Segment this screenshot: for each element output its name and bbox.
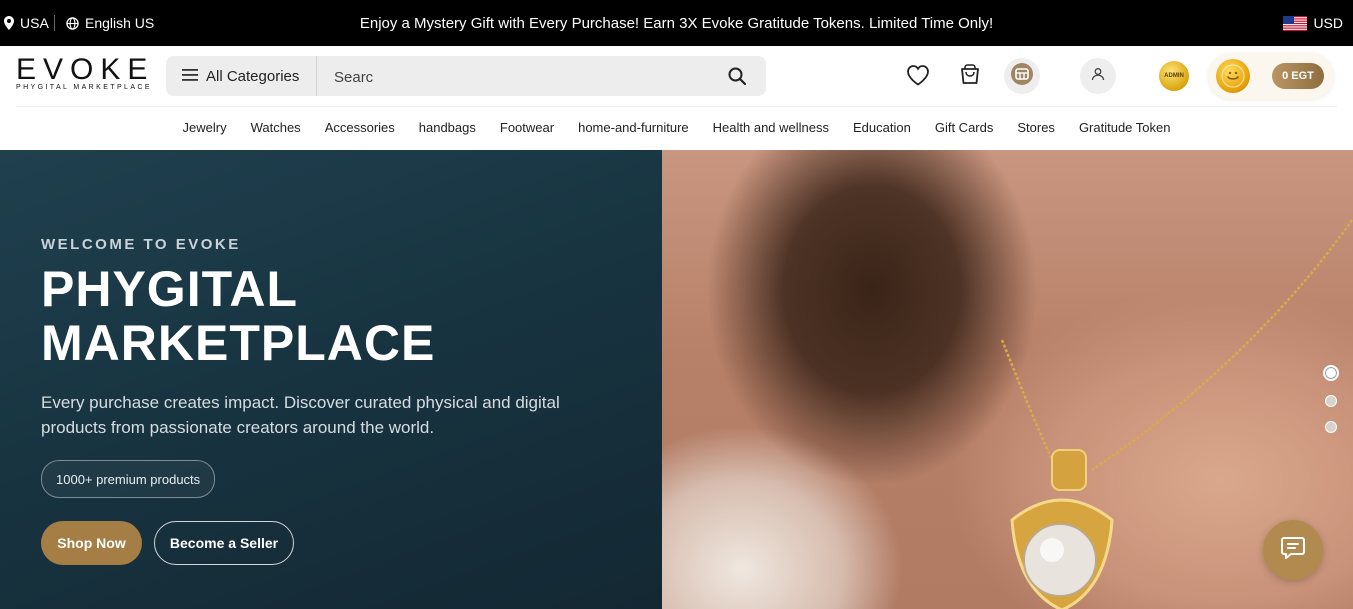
products-count-badge: 1000+ premium products xyxy=(41,460,216,498)
admin-label: ADMIN xyxy=(1164,73,1184,79)
hero-title-line2: MARKETPLACE xyxy=(41,315,436,371)
hero-description: Every purchase creates impact. Discover … xyxy=(41,393,560,437)
nav-item-handbags[interactable]: handbags xyxy=(419,120,476,135)
hamburger-menu-icon xyxy=(182,68,198,85)
necklace-illustration xyxy=(1000,219,1353,609)
store-button[interactable] xyxy=(1004,58,1040,94)
shopping-bag-icon[interactable] xyxy=(959,63,981,90)
currency-label: USD xyxy=(1313,15,1343,31)
token-balance: 0 EGT xyxy=(1272,63,1324,89)
slide-dot-2[interactable] xyxy=(1325,395,1337,407)
nav-item-health-and-wellness[interactable]: Health and wellness xyxy=(713,120,829,135)
all-categories-button[interactable]: All Categories xyxy=(166,56,317,96)
user-icon xyxy=(1091,67,1105,86)
all-categories-label: All Categories xyxy=(206,67,300,85)
nav-item-home-and-furniture[interactable]: home-and-furniture xyxy=(578,120,689,135)
token-wallet[interactable]: 0 EGT xyxy=(1208,53,1334,99)
site-header: EVOKE PHYGITAL MARKETPLACE All Categorie… xyxy=(0,46,1353,106)
hero-banner: WELCOME TO EVOKE PHYGITAL MARKETPLACE Ev… xyxy=(0,150,1353,609)
store-icon xyxy=(1010,62,1034,91)
hero-eyebrow: WELCOME TO EVOKE xyxy=(41,236,241,253)
nav-item-education[interactable]: Education xyxy=(853,120,911,135)
search-bar: All Categories xyxy=(166,56,766,96)
nav-item-gratitude-token[interactable]: Gratitude Token xyxy=(1079,120,1171,135)
hero-title: PHYGITAL MARKETPLACE xyxy=(41,262,435,370)
announcement-bar: USA English US Enjoy a Mystery Gift with… xyxy=(0,0,1353,46)
hero-text-panel: WELCOME TO EVOKE PHYGITAL MARKETPLACE Ev… xyxy=(0,150,662,609)
become-seller-button[interactable]: Become a Seller xyxy=(154,521,294,565)
nav-item-watches[interactable]: Watches xyxy=(251,120,301,135)
nav-item-stores[interactable]: Stores xyxy=(1017,120,1055,135)
logo[interactable]: EVOKE PHYGITAL MARKETPLACE xyxy=(16,53,155,92)
admin-badge[interactable]: ADMIN xyxy=(1159,61,1189,91)
us-flag-icon xyxy=(1283,15,1308,31)
shop-now-button[interactable]: Shop Now xyxy=(41,521,142,565)
currency-selector[interactable]: USD xyxy=(1283,15,1343,31)
chat-bubble-icon xyxy=(1280,536,1306,565)
nav-item-jewelry[interactable]: Jewelry xyxy=(183,120,227,135)
promo-message: Enjoy a Mystery Gift with Every Purchase… xyxy=(359,15,994,32)
logo-wordmark: EVOKE xyxy=(16,53,155,86)
category-nav: Jewelry Watches Accessories handbags Foo… xyxy=(0,106,1353,150)
search-icon[interactable] xyxy=(728,67,747,90)
chat-button[interactable] xyxy=(1263,520,1323,580)
hero-image-necklace xyxy=(662,150,1353,609)
wishlist-heart-icon[interactable] xyxy=(906,64,930,91)
gratitude-coin-icon xyxy=(1216,59,1250,93)
slide-dot-1[interactable] xyxy=(1323,365,1339,381)
search-input[interactable] xyxy=(332,66,716,88)
nav-item-footwear[interactable]: Footwear xyxy=(500,120,554,135)
divider xyxy=(16,106,1337,107)
slide-dot-3[interactable] xyxy=(1325,421,1337,433)
user-account-button[interactable] xyxy=(1080,58,1116,94)
nav-item-accessories[interactable]: Accessories xyxy=(325,120,395,135)
hero-title-line1: PHYGITAL xyxy=(41,261,299,317)
logo-tagline: PHYGITAL MARKETPLACE xyxy=(16,84,152,91)
slider-pagination xyxy=(1323,365,1339,447)
nav-item-gift-cards[interactable]: Gift Cards xyxy=(935,120,994,135)
